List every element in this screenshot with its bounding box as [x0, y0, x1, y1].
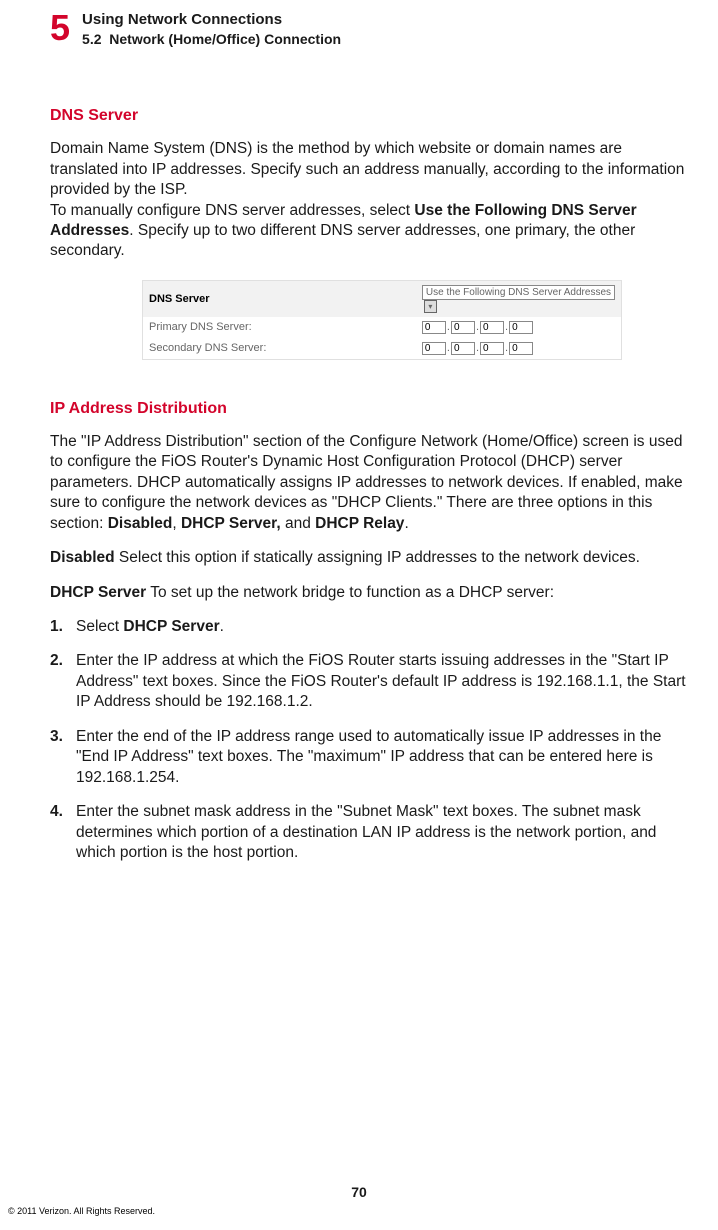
- option-disabled: Disabled: [108, 515, 173, 532]
- step-text: Enter the subnet mask address in the "Su…: [76, 802, 690, 863]
- ip-octet-input[interactable]: 0: [509, 342, 533, 355]
- figure-header-label: DNS Server: [143, 281, 416, 317]
- step-text: Enter the IP address at which the FiOS R…: [76, 651, 690, 712]
- page-header: 5 Using Network Connections 5.2 Network …: [50, 10, 690, 49]
- secondary-dns-label: Secondary DNS Server:: [143, 338, 416, 359]
- step-bold: DHCP Server: [123, 618, 219, 635]
- page-number: 70: [0, 1184, 718, 1200]
- step-4: 4. Enter the subnet mask address in the …: [50, 802, 690, 863]
- primary-dns-value: 0.0.0.0: [416, 317, 621, 338]
- ip-octet-input[interactable]: 0: [422, 342, 446, 355]
- text: Select: [76, 618, 123, 635]
- step-number: 2.: [50, 651, 76, 712]
- step-1: 1. Select DHCP Server.: [50, 617, 690, 637]
- chapter-number: 5: [50, 10, 68, 46]
- section-title: Network (Home/Office) Connection: [109, 31, 341, 47]
- step-2: 2. Enter the IP address at which the FiO…: [50, 651, 690, 712]
- dhcp-steps: 1. Select DHCP Server. 2. Enter the IP a…: [50, 617, 690, 864]
- step-text: Select DHCP Server.: [76, 617, 224, 637]
- ip-octet-input[interactable]: 0: [451, 321, 475, 334]
- dns-heading: DNS Server: [50, 107, 690, 125]
- ip-octet-input[interactable]: 0: [422, 321, 446, 334]
- chapter-title: Using Network Connections: [82, 10, 341, 30]
- step-text: Enter the end of the IP address range us…: [76, 727, 690, 788]
- ip-octet-input[interactable]: 0: [451, 342, 475, 355]
- text: To manually configure DNS server address…: [50, 202, 414, 219]
- step-3: 3. Enter the end of the IP address range…: [50, 727, 690, 788]
- dns-paragraph-1: Domain Name System (DNS) is the method b…: [50, 139, 690, 200]
- dns-server-figure: DNS Server Use the Following DNS Server …: [142, 280, 622, 360]
- primary-dns-label: Primary DNS Server:: [143, 317, 416, 338]
- text: and: [281, 515, 315, 532]
- dns-paragraph-2: To manually configure DNS server address…: [50, 201, 690, 262]
- text: . Specify up to two different DNS server…: [50, 222, 635, 259]
- ip-octet-input[interactable]: 0: [480, 321, 504, 334]
- text: To set up the network bridge to function…: [146, 584, 554, 601]
- section-number: 5.2: [82, 31, 101, 47]
- text: ,: [172, 515, 181, 532]
- copyright: © 2011 Verizon. All Rights Reserved.: [8, 1206, 155, 1216]
- step-number: 1.: [50, 617, 76, 637]
- option-dhcp-relay: DHCP Relay: [315, 515, 404, 532]
- disabled-paragraph: Disabled Select this option if staticall…: [50, 548, 690, 568]
- ip-octet-input[interactable]: 0: [480, 342, 504, 355]
- dhcp-server-paragraph: DHCP Server To set up the network bridge…: [50, 583, 690, 603]
- disabled-label: Disabled: [50, 549, 115, 566]
- step-number: 4.: [50, 802, 76, 863]
- text: .: [404, 515, 408, 532]
- chevron-down-icon[interactable]: ▾: [424, 300, 437, 313]
- text: .: [220, 618, 224, 635]
- dhcp-server-label: DHCP Server: [50, 584, 146, 601]
- figure-select-cell[interactable]: Use the Following DNS Server Addresses▾: [416, 281, 621, 317]
- option-dhcp-server: DHCP Server,: [181, 515, 281, 532]
- step-number: 3.: [50, 727, 76, 788]
- ipdist-heading: IP Address Distribution: [50, 400, 690, 418]
- secondary-dns-value: 0.0.0.0: [416, 338, 621, 359]
- text: Select this option if statically assigni…: [115, 549, 640, 566]
- section-line: 5.2 Network (Home/Office) Connection: [82, 30, 341, 49]
- dns-mode-select[interactable]: Use the Following DNS Server Addresses: [422, 285, 615, 300]
- ip-octet-input[interactable]: 0: [509, 321, 533, 334]
- ipdist-intro: The "IP Address Distribution" section of…: [50, 432, 690, 534]
